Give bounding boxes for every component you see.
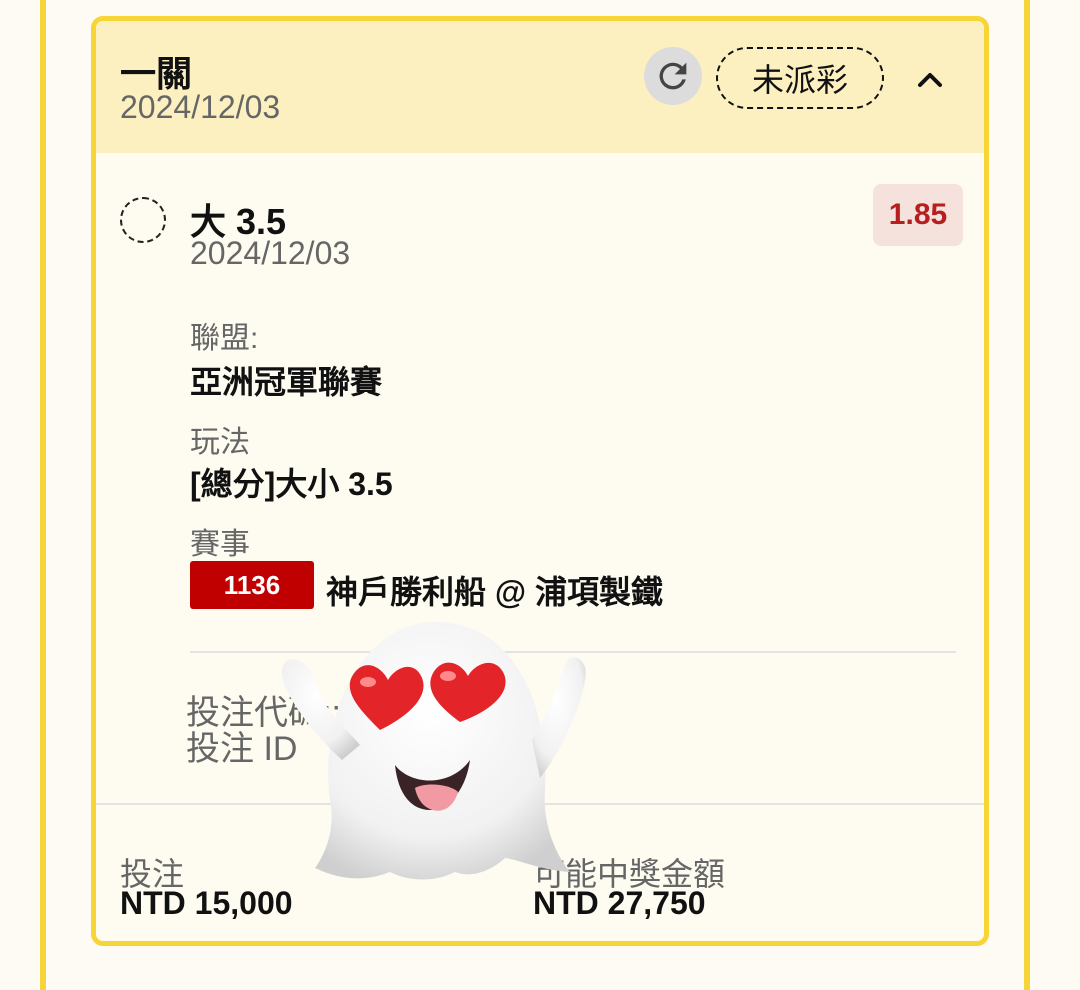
bet-card-header[interactable]: 一關 2024/12/03 未派彩 xyxy=(96,21,984,153)
selection-date: 2024/12/03 xyxy=(190,235,351,271)
event-teams: 神戶勝利船 @ 浦項製鐵 xyxy=(326,574,663,610)
ghost-heart-eyes-sticker xyxy=(281,621,586,880)
selection-radio[interactable] xyxy=(120,197,166,243)
refresh-icon xyxy=(659,62,687,90)
league-label: 聯盟: xyxy=(190,322,259,355)
refresh-button[interactable] xyxy=(644,47,702,105)
event-code-badge: 1136 xyxy=(190,561,314,609)
market-value: [總分]大小 3.5 xyxy=(190,466,393,502)
collapse-button[interactable] xyxy=(910,59,950,99)
league-value: 亞洲冠軍聯賽 xyxy=(190,364,383,400)
stake-value: NTD 15,000 xyxy=(120,885,293,921)
status-badge: 未派彩 xyxy=(716,47,884,109)
bet-date: 2024/12/03 xyxy=(120,89,281,125)
odds-badge: 1.85 xyxy=(873,184,963,246)
market-label: 玩法 xyxy=(190,426,250,459)
event-label: 賽事 xyxy=(190,528,250,561)
chevron-up-icon xyxy=(918,73,942,87)
